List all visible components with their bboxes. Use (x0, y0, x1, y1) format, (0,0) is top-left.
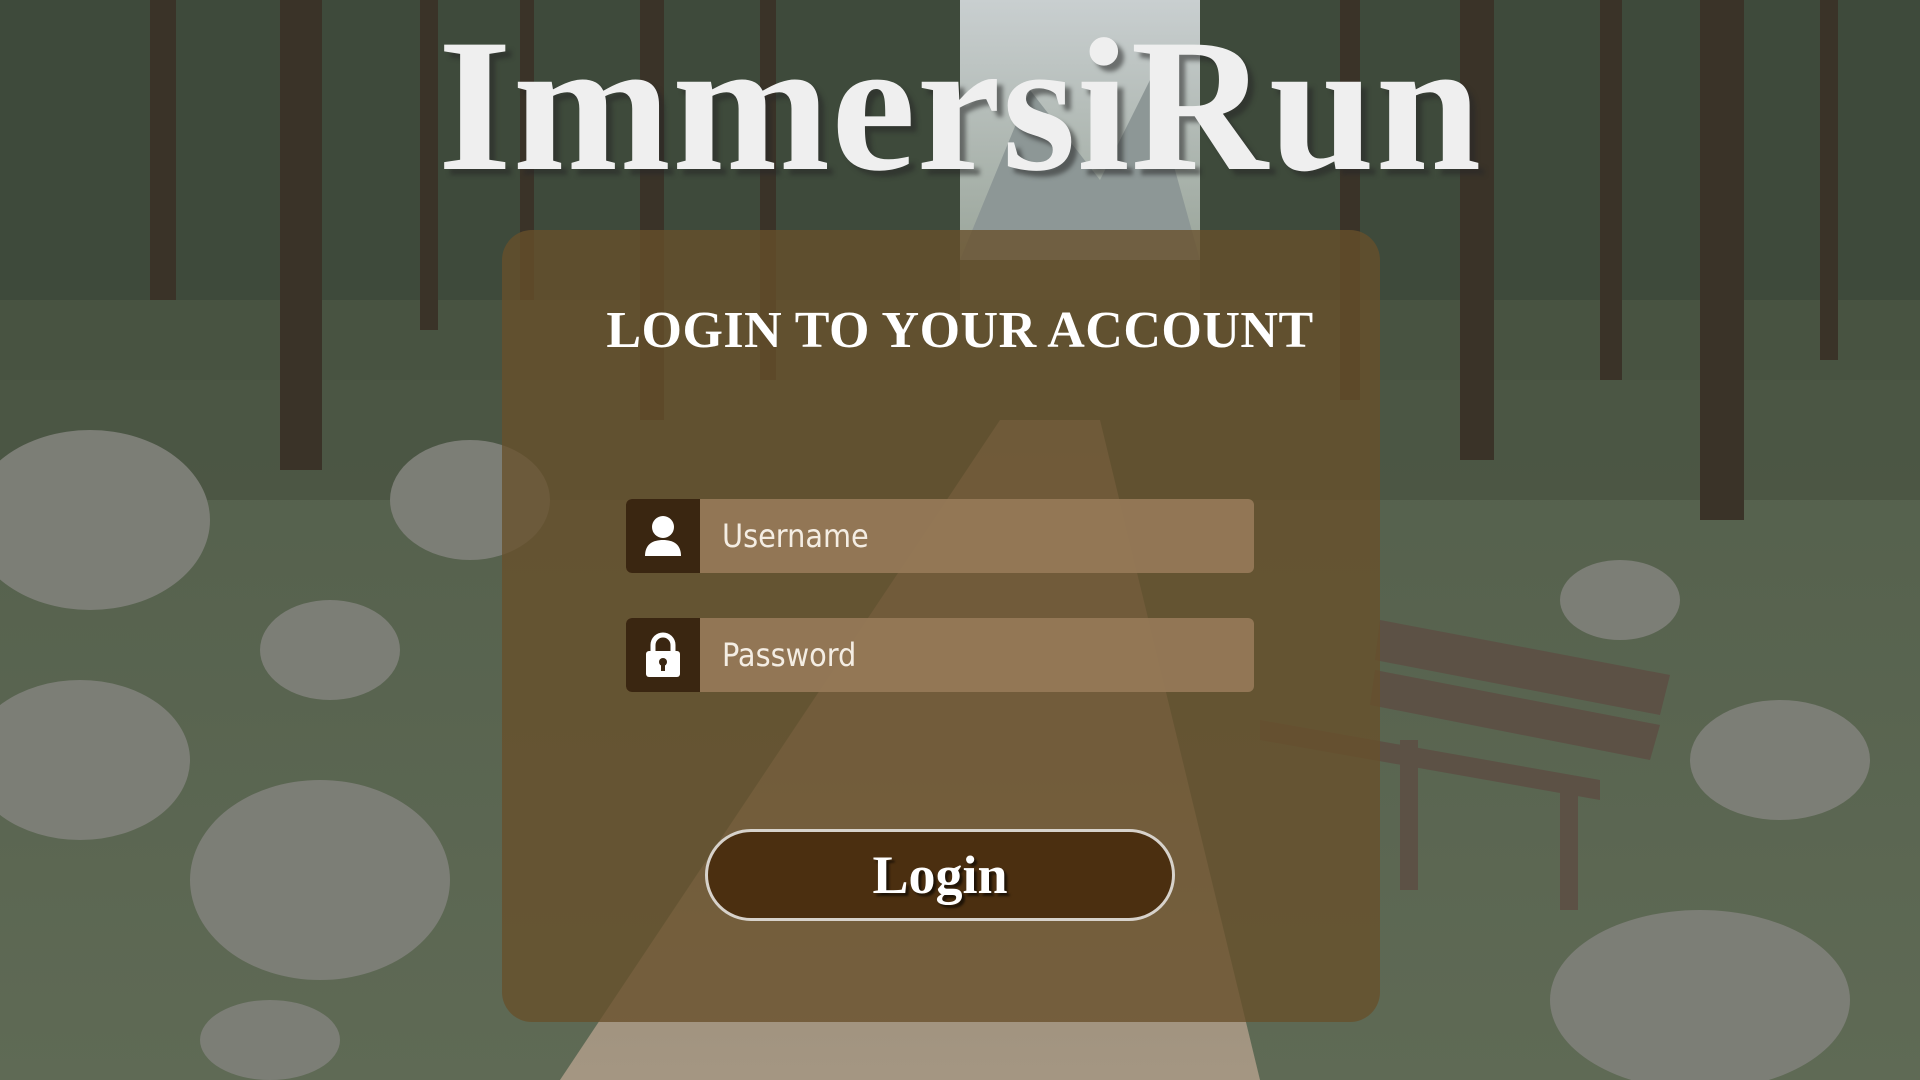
user-icon-glyph (645, 516, 681, 556)
app-title: ImmersiRun (437, 1, 1483, 211)
password-field[interactable] (626, 618, 1254, 692)
login-heading: LOGIN TO YOUR ACCOUNT (606, 302, 1314, 359)
login-button[interactable]: Login (705, 829, 1175, 921)
user-icon (626, 499, 700, 573)
username-field[interactable] (626, 499, 1254, 573)
lock-icon-glyph (646, 632, 680, 677)
password-input[interactable] (700, 618, 1254, 692)
username-input[interactable] (700, 499, 1254, 573)
lock-icon (626, 618, 700, 692)
